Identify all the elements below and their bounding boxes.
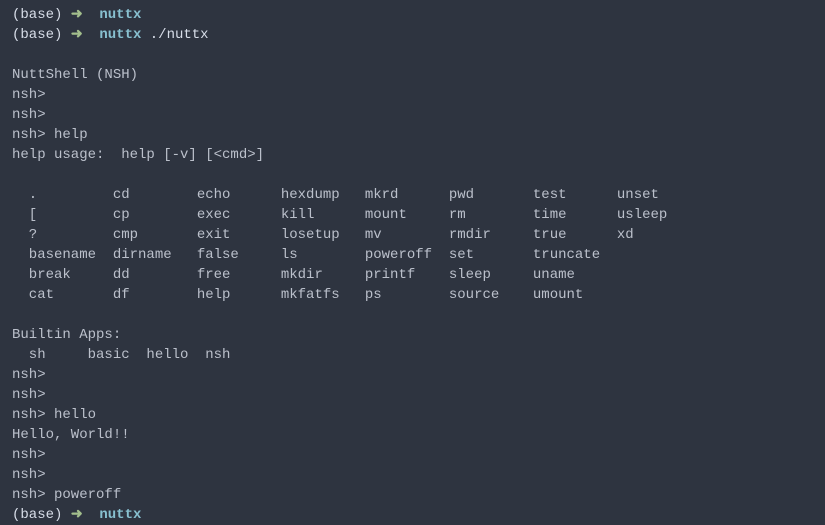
cmd-list-row: . cd echo hexdump mkrd pwd test unset	[12, 185, 813, 205]
blank-line	[12, 165, 813, 185]
prompt-dir: nuttx	[99, 27, 141, 43]
command-text: ./nuttx	[141, 27, 208, 43]
nsh-prompt: nsh>	[12, 365, 813, 385]
cmd-list-row: ? cmp exit losetup mv rmdir true xd	[12, 225, 813, 245]
hello-output: Hello, World!!	[12, 425, 813, 445]
blank-line	[12, 45, 813, 65]
nsh-prompt: nsh>	[12, 105, 813, 125]
prompt-arrow: ➜	[71, 27, 100, 43]
nsh-hello-cmd: nsh> hello	[12, 405, 813, 425]
nsh-prompt: nsh>	[12, 445, 813, 465]
conda-env: (base)	[12, 27, 71, 43]
terminal-output[interactable]: (base) ➜ nuttx (base) ➜ nuttx ./nuttx Nu…	[12, 5, 813, 525]
cmd-list-row: basename dirname false ls poweroff set t…	[12, 245, 813, 265]
builtin-row: sh basic hello nsh	[12, 345, 813, 365]
prompt-arrow: ➜	[71, 7, 100, 23]
blank-line	[12, 305, 813, 325]
cmd-list-row: cat df help mkfatfs ps source umount	[12, 285, 813, 305]
nsh-help-cmd: nsh> help	[12, 125, 813, 145]
cmd-list-row: break dd free mkdir printf sleep uname	[12, 265, 813, 285]
conda-env: (base)	[12, 507, 71, 523]
shell-title: NuttShell (NSH)	[12, 65, 813, 85]
prompt-dir: nuttx	[99, 7, 141, 23]
conda-env: (base)	[12, 7, 71, 23]
nsh-poweroff-cmd: nsh> poweroff	[12, 485, 813, 505]
prompt-line-2: (base) ➜ nuttx ./nuttx	[12, 25, 813, 45]
prompt-line-end: (base) ➜ nuttx	[12, 505, 813, 525]
help-usage: help usage: help [-v] [<cmd>]	[12, 145, 813, 165]
nsh-prompt: nsh>	[12, 385, 813, 405]
prompt-dir: nuttx	[99, 507, 141, 523]
nsh-prompt: nsh>	[12, 85, 813, 105]
cmd-list-row: [ cp exec kill mount rm time usleep	[12, 205, 813, 225]
prompt-line-1: (base) ➜ nuttx	[12, 5, 813, 25]
nsh-prompt: nsh>	[12, 465, 813, 485]
prompt-arrow: ➜	[71, 507, 100, 523]
builtin-title: Builtin Apps:	[12, 325, 813, 345]
